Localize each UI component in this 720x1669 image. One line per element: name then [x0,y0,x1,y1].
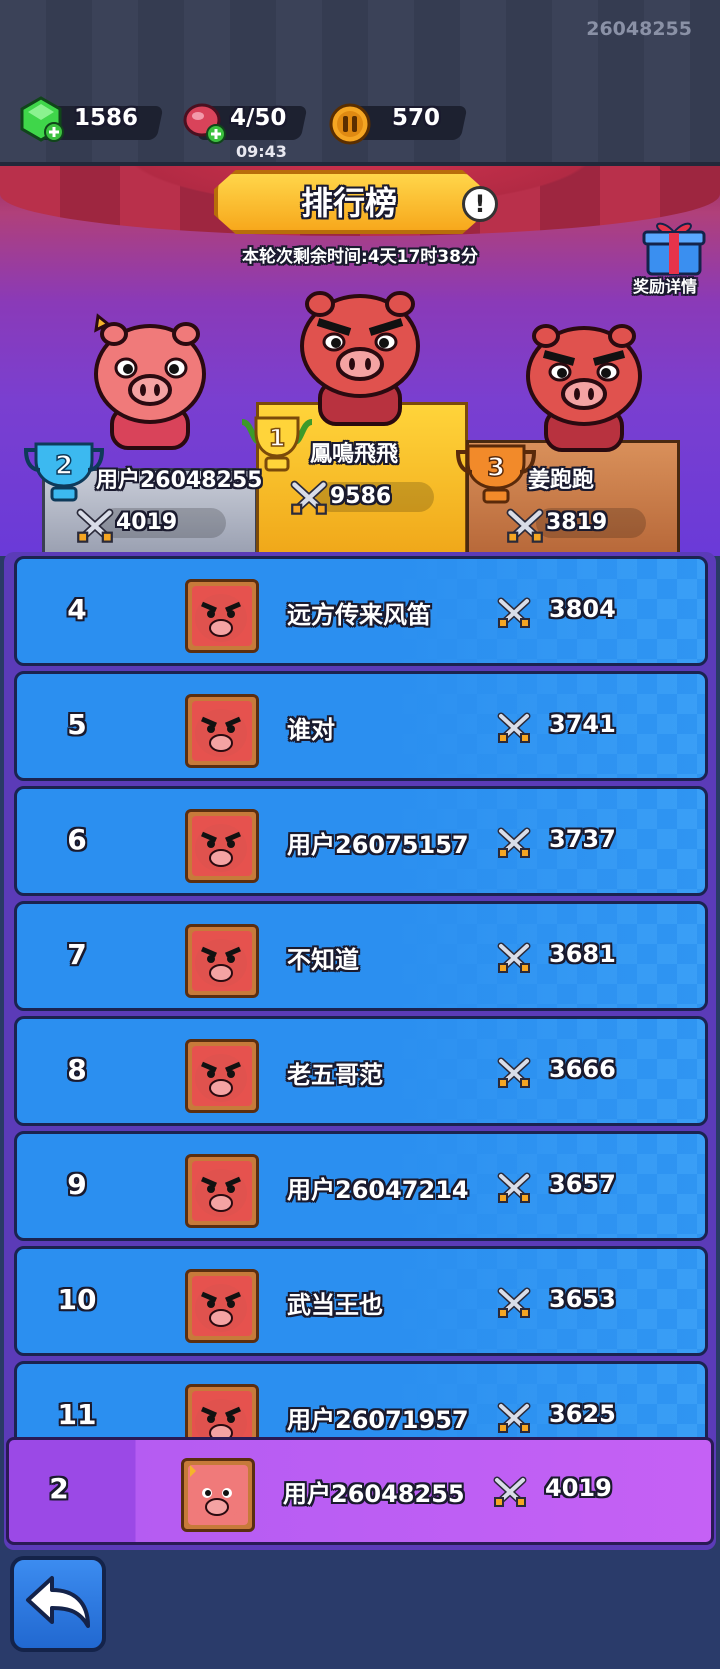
round-remaining-time: 本轮次剩余时间:4天17时38分 [242,247,478,267]
row-score: 3657 [549,1170,616,1198]
meat-icon[interactable] [182,100,228,144]
row-score: 3681 [549,940,616,968]
row-rank: 11 [57,1398,97,1431]
crossed-swords-icon [76,508,114,543]
user-id-label: 26048255 [586,18,692,40]
row-rank: 7 [67,938,87,971]
crossed-swords-icon [497,1057,531,1088]
ranking-row[interactable]: 8 老五哥范 3666 [14,1016,708,1126]
row-score: 3737 [549,825,616,853]
row-rank: 6 [67,823,87,856]
row-score: 3741 [549,710,616,738]
my-rank: 2 [49,1472,69,1505]
trophy-rank-1-number: 1 [269,424,286,452]
row-rank: 9 [67,1168,87,1201]
trophy-rank-3-number: 3 [487,453,505,483]
row-score: 3666 [549,1055,616,1083]
ranking-row[interactable]: 9 用户26047214 3657 [14,1131,708,1241]
trophy-rank-2-number: 2 [55,451,73,481]
ranking-row[interactable]: 7 不知道 3681 [14,901,708,1011]
avatar[interactable] [185,1154,259,1228]
row-rank: 5 [67,708,87,741]
row-player-name: 谁对 [287,716,335,744]
podium-score-rank-2: 4019 [116,510,178,535]
row-player-name: 不知道 [287,946,359,974]
gem-count: 1586 [74,105,139,131]
coin-count: 570 [392,105,441,131]
my-score: 4019 [545,1474,612,1502]
trophy-icon-rank-3: 3 [455,444,537,504]
ranking-list[interactable]: 4 远方传来风笛 3804 5 谁对 3741 6 用户26075157 373… [4,552,716,1550]
player-pig-rank-3[interactable] [520,316,648,454]
ranking-row[interactable]: 5 谁对 3741 [14,671,708,781]
crossed-swords-icon [497,712,531,743]
info-button[interactable]: ! [462,186,498,222]
bottom-bar [0,1550,720,1669]
gem-icon[interactable] [18,96,64,142]
energy-timer: 09:43 [236,142,287,161]
trophy-icon-rank-2: 2 [23,442,105,502]
podium-name-rank-2: 用户26048255 [96,468,263,493]
row-player-name: 用户26075157 [287,831,469,859]
row-player-name: 老五哥范 [287,1061,383,1089]
crossed-swords-icon [290,480,328,515]
reward-details-link[interactable]: 奖励详情 [633,273,697,297]
row-player-name: 用户26047214 [287,1176,469,1204]
crossed-swords-icon [497,1402,531,1433]
row-player-name: 武当王也 [287,1291,383,1319]
crossed-swords-icon [497,1287,531,1318]
row-score: 3653 [549,1285,616,1313]
ranking-row[interactable]: 4 远方传来风笛 3804 [14,556,708,666]
podium-name-rank-3: 姜跑跑 [528,468,595,493]
ranking-row[interactable]: 6 用户26075157 3737 [14,786,708,896]
podium-score-rank-3: 3819 [546,510,608,535]
crossed-swords-icon [506,508,544,543]
avatar[interactable] [185,579,259,653]
avatar[interactable] [185,694,259,768]
crossed-swords-icon [497,942,531,973]
row-player-name: 远方传来风笛 [287,601,431,629]
player-pig-rank-1[interactable] [292,284,428,428]
podium-score-rank-1: 9586 [330,484,392,509]
my-player-name: 用户26048255 [283,1480,465,1508]
crossed-swords-icon [493,1476,527,1507]
row-rank: 8 [67,1053,87,1086]
avatar[interactable] [185,924,259,998]
energy-count: 4/50 [230,105,287,131]
avatar[interactable] [185,1269,259,1343]
crossed-swords-icon [497,597,531,628]
podium-name-rank-1: 鳳鳴飛飛 [310,442,399,467]
avatar[interactable] [185,809,259,883]
my-ranking-row[interactable]: 2 用户26048255 4019 [6,1437,714,1545]
ranking-row[interactable]: 10 武当王也 3653 [14,1246,708,1356]
back-button[interactable] [10,1556,106,1652]
row-score: 3625 [549,1400,616,1428]
coin-icon[interactable] [328,102,372,146]
crossed-swords-icon [497,1172,531,1203]
row-score: 3804 [549,595,616,623]
back-arrow-icon [26,1576,90,1628]
row-rank: 4 [67,593,87,626]
gift-icon[interactable] [642,218,706,278]
my-avatar[interactable] [181,1458,255,1532]
avatar[interactable] [185,1039,259,1113]
row-rank: 10 [57,1283,97,1316]
crossed-swords-icon [497,827,531,858]
row-player-name: 用户26071957 [287,1406,469,1434]
page-title: 排行榜 [300,184,397,222]
player-pig-rank-2[interactable] [88,312,212,452]
